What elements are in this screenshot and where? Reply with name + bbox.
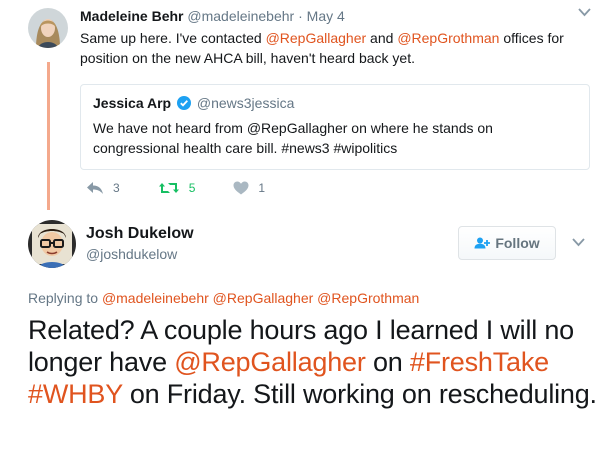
replying-label: Replying to — [28, 290, 99, 306]
heart-icon — [233, 181, 249, 195]
add-user-icon — [474, 237, 491, 249]
mention-link[interactable]: #WHBY — [28, 379, 123, 409]
reply-mention-link[interactable]: @RepGrothman — [317, 290, 419, 306]
retweet-count: 5 — [188, 181, 196, 195]
quoted-author-name: Jessica Arp — [93, 95, 172, 111]
reply-mention-link[interactable]: @RepGallagher — [213, 290, 314, 306]
verified-badge-icon — [176, 96, 191, 114]
like-button[interactable]: 1 — [233, 181, 265, 195]
author-handle[interactable]: @madeleinebehr — [187, 8, 294, 24]
mention-link[interactable]: @RepGallagher — [174, 347, 366, 377]
retweet-button[interactable]: 5 — [158, 181, 196, 195]
tweet-text-segment: and — [366, 30, 398, 46]
tweet-actions: 3 5 1 — [86, 178, 303, 198]
thread-connector-line — [47, 62, 50, 210]
tweet-date[interactable]: May 4 — [307, 8, 345, 24]
author-name[interactable]: Madeleine Behr — [80, 8, 183, 24]
avatar[interactable] — [28, 8, 68, 48]
tweet-text-segment: on — [365, 347, 410, 377]
tweet-text-segment: Same up here. I've contacted — [80, 30, 266, 46]
mention-link[interactable]: @RepGallagher — [266, 30, 367, 46]
tweet-text-segment: on Friday. Still working on rescheduling… — [122, 379, 597, 409]
follow-button[interactable]: Follow — [458, 226, 556, 260]
follow-label: Follow — [495, 235, 540, 251]
parent-tweet-text: Same up here. I've contacted @RepGallagh… — [80, 28, 590, 68]
quoted-tweet-header: Jessica Arp @news3jessica — [93, 95, 577, 114]
parent-tweet-header: Madeleine Behr @madeleinebehr · May 4 — [80, 8, 345, 25]
reply-mention-link[interactable]: @madeleinebehr — [102, 290, 209, 306]
mention-link[interactable]: #FreshTake — [410, 347, 549, 377]
reply-button[interactable]: 3 — [86, 181, 120, 195]
main-tweet-text: Related? A couple hours ago I learned I … — [28, 314, 598, 410]
author-name[interactable]: Josh Dukelow — [86, 224, 194, 243]
avatar[interactable] — [28, 220, 76, 268]
retweet-icon — [158, 183, 179, 193]
replying-to: Replying to @madeleinebehr @RepGallagher… — [28, 290, 419, 307]
quoted-tweet-text: We have not heard from @RepGallagher on … — [93, 120, 493, 156]
author-handle[interactable]: @joshdukelow — [86, 246, 177, 263]
reply-icon — [87, 182, 103, 194]
quoted-author-handle: @news3jessica — [196, 95, 295, 111]
separator: · — [298, 8, 303, 24]
like-count: 1 — [258, 181, 266, 195]
chevron-down-icon[interactable] — [578, 8, 591, 17]
chevron-down-icon[interactable] — [572, 238, 585, 247]
quoted-tweet[interactable]: Jessica Arp @news3jessica We have not he… — [80, 84, 590, 170]
reply-count: 3 — [113, 181, 120, 195]
mention-link[interactable]: @RepGrothman — [397, 30, 499, 46]
